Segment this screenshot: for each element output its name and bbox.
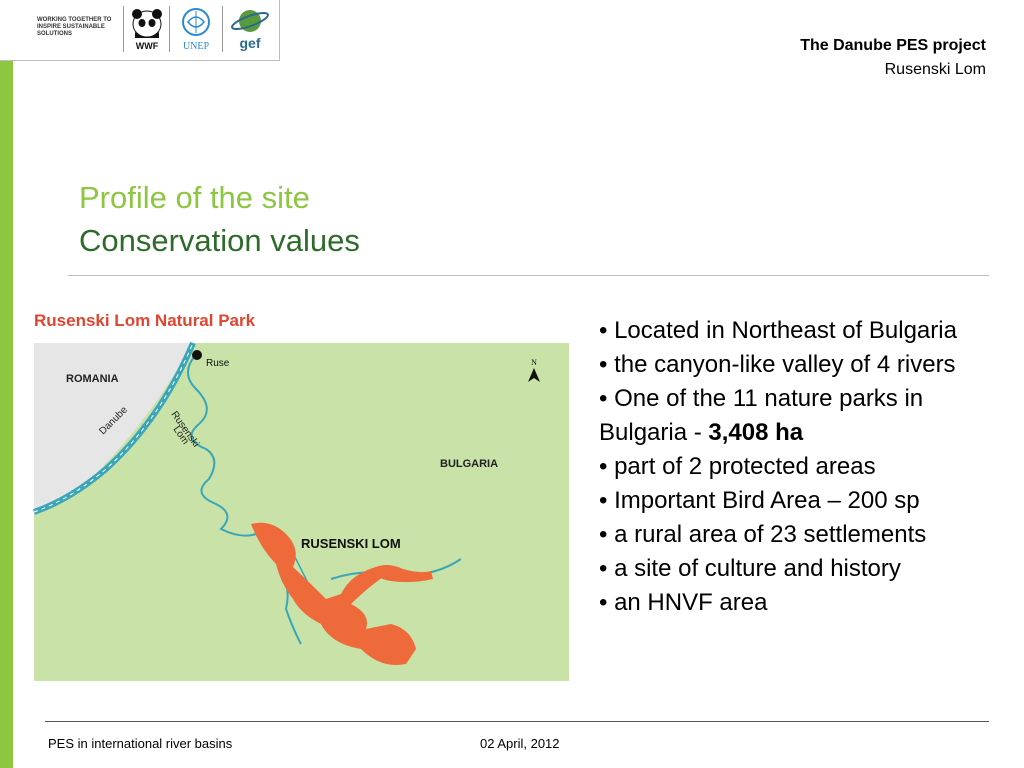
project-title: The Danube PES project [800, 37, 986, 54]
header-divider [68, 275, 989, 276]
logo-banner: WORKING TOGETHER TO INSPIRE SUSTAINABLE … [0, 0, 280, 61]
ruse-city-marker [192, 350, 202, 360]
map-title: Rusenski Lom Natural Park [34, 311, 256, 330]
logo-divider [169, 6, 170, 52]
bullet-item: • Located in Northeast of Bulgaria [599, 317, 957, 344]
unep-text: UNEP [183, 41, 210, 52]
map-label-bulgaria: BULGARIA [440, 458, 498, 470]
gef-logo: gef [231, 10, 269, 51]
map-label-ruse: Ruse [206, 358, 230, 369]
wwf-panda-logo: WWF [132, 9, 162, 51]
bullet-item: • the canyon-like valley of 4 rivers [599, 351, 956, 378]
north-arrow-label: N [531, 358, 537, 367]
slide-heading: Profile of the site [79, 180, 310, 215]
unep-logo: UNEP [182, 8, 210, 52]
bullet-item: • One of the 11 nature parks in Bulgaria… [599, 382, 999, 450]
bullet-item: • part of 2 protected areas [599, 453, 876, 480]
map-label-park: RUSENSKI LOM [301, 536, 401, 551]
bullet-item: • Important Bird Area – 200 sp [599, 487, 920, 514]
bullet-item: • an HNVF area [599, 589, 768, 616]
footer-divider [45, 721, 989, 722]
wwf-text: WWF [136, 41, 159, 51]
project-subtitle: Rusenski Lom [884, 61, 986, 78]
park-map: Rusenski Lom Natural Park Ruse ROMANIA B… [33, 311, 569, 681]
bullet-item: • a rural area of 23 settlements [599, 521, 927, 548]
bullet-item: • a site of culture and history [599, 555, 901, 582]
accent-side-bar [0, 58, 13, 768]
logo-divider [222, 6, 223, 52]
bullet-list: • Located in Northeast of Bulgaria • the… [599, 314, 999, 620]
gef-text: gef [240, 35, 261, 51]
area-value: 3,408 ha [708, 419, 804, 446]
slide-subheading: Conservation values [79, 223, 360, 258]
footer-title: PES in international river basins [48, 736, 233, 751]
footer-date: 02 April, 2012 [480, 736, 560, 751]
tagline: WORKING TOGETHER TO INSPIRE SUSTAINABLE … [37, 17, 112, 37]
map-label-romania: ROMANIA [66, 373, 119, 385]
logo-divider [123, 6, 124, 52]
